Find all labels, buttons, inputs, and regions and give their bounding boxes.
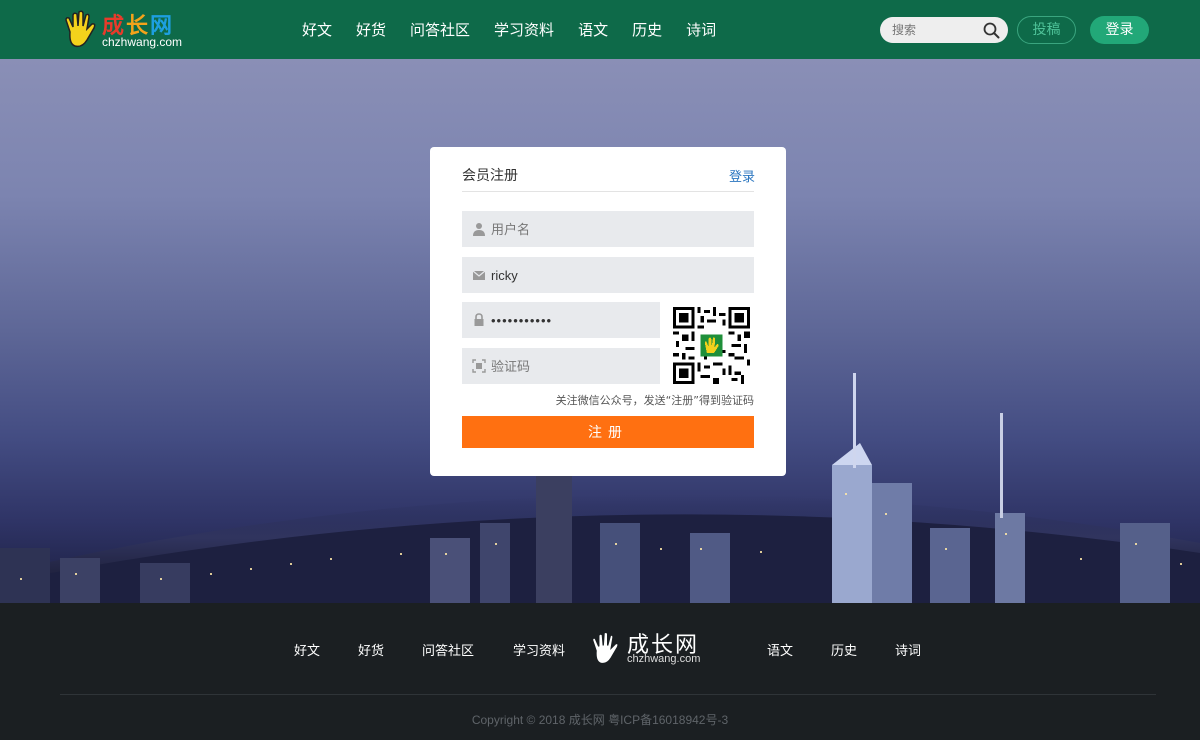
password-input[interactable]: [491, 310, 651, 330]
footer-nav-haohuo[interactable]: 好货: [358, 640, 384, 659]
nav-item-qa-community[interactable]: 问答社区: [410, 19, 470, 40]
search-icon[interactable]: [983, 22, 1000, 39]
top-header: 成长网 chzhwang.com 好文 好货 问答社区 学习资料 语文 历史 诗…: [0, 0, 1200, 59]
main-nav: 好文 好货 问答社区 学习资料 语文 历史 诗词: [290, 0, 728, 59]
hero-background: 会员注册 登录 用户名 ricky ••••••••••• 验证码 关注微信公众…: [0, 59, 1200, 603]
footer-logo-domain: chzhwang.com: [627, 653, 701, 665]
nav-item-study-materials[interactable]: 学习资料: [494, 19, 554, 40]
wechat-qr-code: [673, 307, 750, 384]
title-divider: [462, 191, 754, 192]
user-icon: [473, 223, 485, 236]
site-logo[interactable]: 成长网 chzhwang.com: [62, 8, 212, 52]
username-input[interactable]: [491, 219, 741, 239]
copyright-text: Copyright © 2018 成长网 粤ICP备16018942号-3: [471, 713, 729, 727]
header-login-button[interactable]: 登录: [1090, 16, 1149, 44]
scan-icon: [472, 359, 486, 373]
username-field-wrap: [462, 211, 754, 247]
register-submit-button[interactable]: 注册: [462, 416, 754, 448]
nav-item-chinese[interactable]: 语文: [578, 19, 608, 40]
captcha-input[interactable]: [491, 356, 651, 376]
nav-item-poetry[interactable]: 诗词: [686, 19, 716, 40]
footer-nav-study-materials[interactable]: 学习资料: [513, 640, 565, 659]
register-title: 会员注册: [462, 168, 518, 184]
nav-item-history[interactable]: 历史: [632, 19, 662, 40]
nav-item-haohuo[interactable]: 好货: [356, 19, 386, 40]
footer-divider: [60, 694, 1156, 695]
footer-nav-history[interactable]: 历史: [831, 640, 857, 659]
email-input[interactable]: [491, 265, 741, 285]
footer-logo[interactable]: 成长网 chzhwang.com: [589, 629, 719, 669]
password-field-wrap: [462, 302, 660, 338]
search-input[interactable]: [892, 21, 976, 39]
logo-domain: chzhwang.com: [102, 35, 183, 49]
captcha-field-wrap: [462, 348, 660, 384]
hand-logo-icon: [591, 631, 619, 665]
hand-logo-icon: [65, 10, 96, 48]
footer-nav-chinese[interactable]: 语文: [767, 640, 793, 659]
captcha-hint: 关注微信公众号，发送“注册”得到验证码: [555, 394, 754, 407]
footer-nav-poetry[interactable]: 诗词: [895, 640, 921, 659]
register-card: 会员注册 登录 用户名 ricky ••••••••••• 验证码 关注微信公众…: [430, 147, 786, 476]
site-footer: 好文 好货 问答社区 学习资料 成长网 chzhwang.com 语文 历史 诗…: [0, 603, 1200, 740]
nav-item-haowen[interactable]: 好文: [302, 19, 332, 40]
envelope-icon: [472, 270, 486, 280]
footer-nav-qa-community[interactable]: 问答社区: [422, 640, 474, 659]
footer-nav-haowen[interactable]: 好文: [294, 640, 320, 659]
lock-icon: [474, 313, 484, 326]
email-field-wrap: [462, 257, 754, 293]
search-box: [880, 17, 1008, 43]
login-link[interactable]: 登录: [729, 166, 755, 185]
submit-article-button[interactable]: 投稿: [1017, 16, 1076, 44]
